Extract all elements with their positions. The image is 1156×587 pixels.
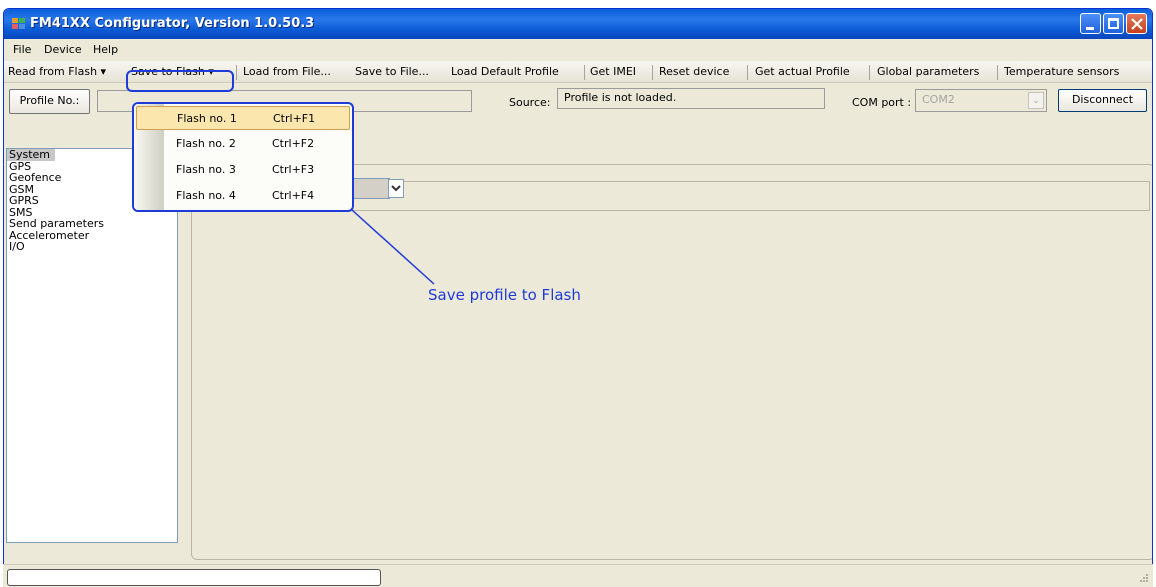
menu-item-shortcut: Ctrl+F2 xyxy=(272,137,315,150)
menu-item-label: Flash no. 2 xyxy=(176,137,236,150)
annotation-label: Save profile to Flash xyxy=(428,286,581,304)
menu-item-shortcut: Ctrl+F1 xyxy=(273,112,316,125)
menu-item-label: Flash no. 1 xyxy=(177,112,237,125)
menu-item-shortcut: Ctrl+F3 xyxy=(272,163,315,176)
menu-item-flash-2[interactable]: Flash no. 2 Ctrl+F2 xyxy=(136,132,350,156)
menu-item-label: Flash no. 3 xyxy=(176,163,236,176)
resize-grip-icon[interactable] xyxy=(1139,573,1149,583)
menu-item-label: Flash no. 4 xyxy=(176,189,236,202)
menu-item-flash-1[interactable]: Flash no. 1 Ctrl+F1 xyxy=(136,106,350,130)
menu-item-flash-4[interactable]: Flash no. 4 Ctrl+F4 xyxy=(136,184,350,208)
menu-item-shortcut: Ctrl+F4 xyxy=(272,189,315,202)
status-bar xyxy=(3,564,1153,587)
save-to-flash-menu: Flash no. 1 Ctrl+F1 Flash no. 2 Ctrl+F2 … xyxy=(132,102,354,212)
menu-item-flash-3[interactable]: Flash no. 3 Ctrl+F3 xyxy=(136,158,350,182)
status-progress-field xyxy=(7,569,381,586)
